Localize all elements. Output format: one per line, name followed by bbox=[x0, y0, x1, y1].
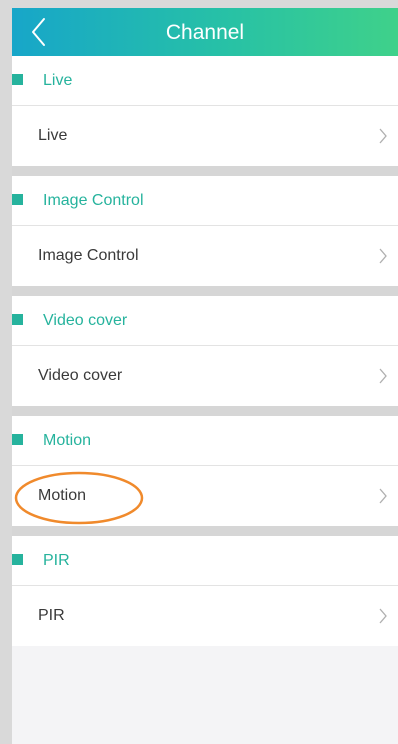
list-item-live[interactable]: Live bbox=[12, 106, 398, 166]
chevron-right-icon bbox=[378, 128, 388, 144]
chevron-right-icon bbox=[378, 488, 388, 504]
section-title: Live bbox=[43, 72, 73, 89]
section-gap bbox=[12, 406, 398, 416]
list-item-motion[interactable]: Motion bbox=[12, 466, 398, 526]
section-header: Video cover bbox=[12, 296, 398, 345]
section-gap bbox=[12, 286, 398, 296]
list-item-video-cover[interactable]: Video cover bbox=[12, 346, 398, 406]
channel-screen: Channel Live Live Image Control Image Co… bbox=[12, 8, 398, 744]
list-item-image-control[interactable]: Image Control bbox=[12, 226, 398, 286]
back-button[interactable] bbox=[22, 12, 62, 52]
list-item-label: Image Control bbox=[38, 247, 139, 264]
section-gap bbox=[12, 166, 398, 176]
page-title: Channel bbox=[165, 21, 245, 44]
section-title: PIR bbox=[43, 552, 70, 569]
list-item-label: Video cover bbox=[38, 367, 123, 384]
section-title: Motion bbox=[43, 432, 92, 449]
section-title: Image Control bbox=[43, 192, 144, 209]
section-title: Video cover bbox=[43, 312, 128, 329]
list-item-label: Live bbox=[38, 127, 68, 144]
section-header: Image Control bbox=[12, 176, 398, 225]
header-bar: Channel bbox=[12, 8, 398, 56]
list-item-label: PIR bbox=[38, 607, 65, 624]
section-header: Motion bbox=[12, 416, 398, 465]
list-item-label: Motion bbox=[38, 487, 87, 504]
section-header: Live bbox=[12, 56, 398, 105]
section-marker bbox=[12, 314, 23, 325]
chevron-right-icon bbox=[378, 248, 388, 264]
chevron-left-icon bbox=[32, 18, 45, 46]
section-marker bbox=[12, 434, 23, 445]
section-marker bbox=[12, 194, 23, 205]
chevron-right-icon bbox=[378, 608, 388, 624]
section-gap bbox=[12, 526, 398, 536]
chevron-right-icon bbox=[378, 368, 388, 384]
section-header: PIR bbox=[12, 536, 398, 585]
section-marker bbox=[12, 74, 23, 85]
section-marker bbox=[12, 554, 23, 565]
list-item-pir[interactable]: PIR bbox=[12, 586, 398, 646]
